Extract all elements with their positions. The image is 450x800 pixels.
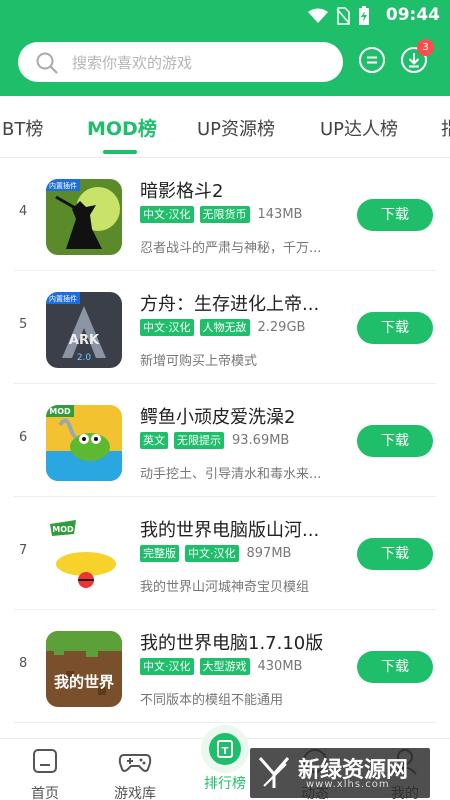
watermark-logo-icon	[258, 757, 290, 788]
file-size: 897MB	[246, 546, 292, 561]
message-button[interactable]	[358, 46, 386, 74]
tab-up-experts[interactable]: UP达人榜	[320, 115, 398, 141]
download-button[interactable]: 下载	[357, 312, 433, 344]
status-time: 09:44	[385, 5, 440, 25]
thumb-label: 我的世界	[54, 673, 114, 691]
home-icon	[33, 749, 57, 773]
tab-bt[interactable]: BT榜	[2, 115, 43, 141]
download-manager-button[interactable]: 3	[400, 39, 434, 74]
battery-charging-icon	[359, 6, 369, 25]
search-icon	[36, 52, 58, 74]
game-tags: 中文·汉化 大型游戏 430MB	[140, 658, 302, 675]
game-title: 方舟：生存进化上帝...	[140, 294, 320, 315]
watermark-url: www.xlhs.com	[306, 779, 390, 790]
rank-number: 6	[19, 430, 28, 445]
nav-label: 游戏库	[114, 786, 156, 800]
tag: 无限提示	[174, 432, 224, 449]
rank-number: 4	[19, 204, 28, 219]
download-count-badge: 3	[417, 39, 434, 56]
game-tags: 英文 无限提示 93.69MB	[140, 432, 289, 449]
game-description: 忍者战斗的严肃与神秘，千万...	[140, 241, 322, 256]
game-icon-minecraft: 我的世界	[46, 631, 122, 707]
list-item[interactable]: 6 MOD 鳄鱼小顽皮爱洗澡2 英文 无限提示 93.69MB 动手挖土、引导清…	[0, 384, 450, 497]
download-button[interactable]: 下载	[357, 199, 433, 231]
tab-more[interactable]: 指	[441, 115, 450, 141]
game-ranking-list: 4 内置插件 暗影格斗2 中文·汉化 无限货币 143MB 忍者战斗的严肃与神秘…	[0, 158, 450, 723]
nav-home[interactable]: 首页	[10, 747, 80, 800]
tag: 中文·汉化	[185, 545, 239, 562]
search-input[interactable]: 搜索你喜欢的游戏	[18, 42, 343, 82]
tag: 中文·汉化	[140, 319, 194, 336]
wifi-icon	[308, 8, 328, 23]
svg-text:ARK: ARK	[69, 333, 100, 348]
game-tags: 完整版 中文·汉化 897MB	[140, 545, 291, 562]
list-item[interactable]: 7 MOD 我的世界电脑版山河... 完整版 中文·汉化 897MB 我的世界山…	[0, 497, 450, 610]
game-icon-swampy: MOD	[46, 405, 122, 481]
message-icon	[359, 47, 385, 73]
game-tags: 中文·汉化 人物无敌 2.29GB	[140, 319, 305, 336]
no-sim-icon	[336, 7, 350, 25]
download-button[interactable]: 下载	[357, 538, 433, 570]
game-title: 我的世界电脑版山河...	[140, 520, 320, 541]
list-item[interactable]: 8 我的世界 我的世界电脑1.7.10版 中文·汉化 大型游戏 430MB 不同…	[0, 610, 450, 723]
app-header: 搜索你喜欢的游戏 3	[0, 32, 450, 96]
watermark-overlay: 新绿资源网 www.xlhs.com	[250, 748, 430, 798]
status-bar: 09:44	[0, 0, 450, 32]
download-button[interactable]: 下载	[357, 425, 433, 457]
file-size: 93.69MB	[232, 433, 290, 448]
game-description: 动手挖土、引导清水和毒水来...	[140, 467, 322, 482]
game-icon-pokemon-mod: MOD	[46, 518, 122, 594]
thumb-label: 内置插件	[49, 181, 77, 190]
nav-game-library[interactable]: 游戏库	[100, 747, 170, 800]
rank-number: 8	[19, 656, 28, 671]
game-description: 新增可购买上帝模式	[140, 354, 258, 369]
game-icon-ark: ARK 2.0 内置插件	[46, 292, 122, 368]
thumb-label: 内置插件	[49, 294, 77, 303]
list-item[interactable]: 5 ARK 2.0 内置插件 方舟：生存进化上帝... 中文·汉化 人物无敌 2…	[0, 271, 450, 384]
tag: 中文·汉化	[140, 206, 194, 223]
rank-number: 5	[19, 317, 28, 332]
game-title: 鳄鱼小顽皮爱洗澡2	[140, 407, 296, 428]
active-tab-indicator	[103, 150, 137, 154]
tab-up-resources[interactable]: UP资源榜	[197, 115, 275, 141]
search-placeholder: 搜索你喜欢的游戏	[72, 54, 193, 72]
thumb-label: MOD	[52, 525, 74, 534]
ranking-tabs: BT榜 MOD榜 UP资源榜 UP达人榜 指	[0, 96, 450, 158]
status-icons	[308, 6, 370, 26]
game-title: 我的世界电脑1.7.10版	[140, 633, 324, 654]
svg-text:T: T	[222, 746, 229, 757]
tag: 中文·汉化	[140, 658, 194, 675]
gamepad-icon	[118, 754, 152, 772]
thumb-label: MOD	[49, 407, 71, 416]
file-size: 430MB	[257, 659, 303, 674]
game-title: 暗影格斗2	[140, 181, 224, 202]
nav-label: 首页	[31, 786, 59, 800]
tag: 大型游戏	[199, 658, 250, 675]
tag: 完整版	[140, 545, 179, 562]
divider	[14, 722, 436, 723]
tag: 英文	[140, 432, 168, 449]
file-size: 143MB	[257, 207, 303, 222]
game-description: 我的世界山河城神奇宝贝模组	[140, 580, 310, 595]
tag: 人物无敌	[199, 319, 250, 336]
nav-ranking-highlight: T	[201, 725, 249, 773]
game-description: 不同版本的模组不能通用	[140, 693, 284, 708]
svg-text:2.0: 2.0	[77, 353, 92, 363]
rank-number: 7	[19, 543, 28, 558]
tag: 无限货币	[199, 206, 250, 223]
download-button[interactable]: 下载	[357, 651, 433, 683]
file-size: 2.29GB	[257, 320, 306, 335]
game-icon-shadow-fight: 内置插件	[46, 179, 122, 255]
ranking-icon: T	[209, 733, 241, 765]
game-tags: 中文·汉化 无限货币 143MB	[140, 206, 302, 223]
tab-mod[interactable]: MOD榜	[87, 114, 157, 141]
list-item[interactable]: 4 内置插件 暗影格斗2 中文·汉化 无限货币 143MB 忍者战斗的严肃与神秘…	[0, 158, 450, 271]
